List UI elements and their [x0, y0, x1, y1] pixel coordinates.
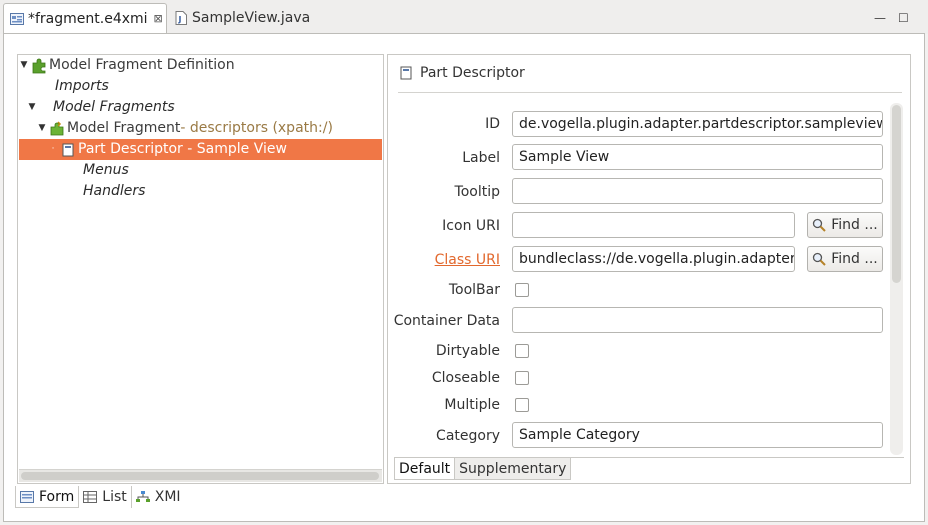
tree-item-handlers[interactable]: Handlers	[83, 181, 145, 202]
tab-list[interactable]: List	[79, 486, 132, 508]
icon-uri-find-button[interactable]: Find ...	[807, 212, 883, 238]
maximize-icon[interactable]: ☐	[898, 11, 909, 25]
scrollbar-thumb[interactable]	[892, 105, 901, 283]
tab-label: *fragment.e4xmi	[28, 10, 148, 27]
tab-label: SampleView.java	[192, 10, 311, 26]
label-label: Label	[462, 150, 500, 166]
tree-item-label: Menus	[83, 162, 129, 178]
minimize-icon[interactable]: —	[874, 11, 886, 25]
category-label: Category	[436, 428, 500, 444]
form-icon	[20, 490, 34, 503]
tree-item-imports[interactable]: Imports	[55, 76, 109, 97]
find-button-label: Find ...	[831, 251, 878, 267]
tab-label: List	[102, 489, 127, 505]
container-data-label: Container Data	[393, 313, 500, 329]
class-uri-field[interactable]: bundleclass://de.vogella.plugin.adapter/	[512, 246, 795, 272]
part-descriptor-icon	[60, 142, 76, 158]
tab-label: Form	[39, 488, 75, 505]
list-table-icon	[83, 491, 98, 503]
java-file-icon: J	[174, 11, 188, 25]
tab-form[interactable]: Form	[15, 486, 80, 508]
detail-panel: Part Descriptor ID de.vogella.plugin.ada…	[387, 54, 911, 484]
page-title: Part Descriptor	[420, 65, 525, 81]
close-icon[interactable]: ⊠	[154, 12, 163, 25]
id-field[interactable]: de.vogella.plugin.adapter.partdescriptor…	[512, 111, 883, 137]
closeable-label: Closeable	[431, 370, 500, 386]
icon-uri-field[interactable]	[512, 212, 795, 238]
tree-item-suffix: - descriptors (xpath:/)	[180, 120, 333, 136]
tab-default[interactable]: Default	[394, 458, 456, 480]
tab-sampleview-java[interactable]: J SampleView.java	[168, 3, 318, 33]
tree-item-label: Model Fragment Definition	[49, 57, 235, 73]
divider	[398, 92, 902, 93]
tree-item-model-fragments[interactable]: ▼ Model Fragments	[27, 97, 175, 118]
expanded-triangle-icon[interactable]: ▼	[37, 118, 47, 139]
category-field[interactable]: Sample Category	[512, 422, 883, 448]
e4xmi-file-icon	[10, 12, 24, 26]
toolbar-label: ToolBar	[448, 282, 500, 298]
search-icon	[812, 252, 826, 266]
detail-header: Part Descriptor	[400, 65, 525, 81]
xmi-tree-icon	[135, 491, 150, 503]
puzzle-icon	[31, 58, 47, 74]
id-label: ID	[485, 116, 500, 132]
tooltip-field[interactable]	[512, 178, 883, 204]
model-tree[interactable]: ▼ Model Fragment Definition Imports ▼ Mo…	[17, 54, 384, 484]
horizontal-scrollbar[interactable]	[19, 469, 382, 482]
tree-item-label: Part Descriptor - Sample View	[78, 141, 287, 157]
svg-text:J: J	[178, 15, 182, 24]
tree-item-model-fragment-definition[interactable]: ▼ Model Fragment Definition	[19, 55, 235, 76]
class-uri-find-button[interactable]: Find ...	[807, 246, 883, 272]
tree-item-label: Model Fragment	[67, 120, 181, 136]
part-descriptor-icon	[400, 66, 412, 80]
closeable-checkbox[interactable]	[515, 371, 529, 385]
tree-item-label: Handlers	[83, 183, 146, 199]
tab-xmi[interactable]: XMI	[132, 486, 185, 508]
page-tabs: Form List XMI	[15, 486, 185, 508]
multiple-checkbox[interactable]	[515, 398, 529, 412]
class-uri-link[interactable]: Class URI	[435, 252, 500, 268]
label-field[interactable]: Sample View	[512, 144, 883, 170]
expanded-triangle-icon[interactable]: ▼	[27, 97, 37, 118]
tab-supplementary[interactable]: Supplementary	[455, 458, 572, 480]
puzzle-fragment-icon	[49, 120, 65, 137]
tree-item-menus[interactable]: Menus	[83, 160, 129, 181]
multiple-label: Multiple	[444, 397, 500, 413]
vertical-scrollbar[interactable]	[890, 103, 903, 455]
dirtyable-checkbox[interactable]	[515, 344, 529, 358]
tree-item-part-descriptor[interactable]: · Part Descriptor - Sample View	[19, 139, 382, 160]
editor-tab-bar: *fragment.e4xmi ⊠ J SampleView.java — ☐	[0, 0, 928, 34]
tooltip-label: Tooltip	[454, 184, 500, 200]
tree-item-model-fragment[interactable]: ▼ Model Fragment - descriptors (xpath:/)	[37, 118, 333, 139]
search-icon	[812, 218, 826, 232]
find-button-label: Find ...	[831, 217, 878, 233]
leaf-dot-icon: ·	[51, 144, 55, 154]
tab-fragment-e4xmi[interactable]: *fragment.e4xmi ⊠	[3, 3, 167, 33]
tab-label: XMI	[154, 489, 181, 505]
toolbar-checkbox[interactable]	[515, 283, 529, 297]
expanded-triangle-icon[interactable]: ▼	[19, 55, 29, 76]
dirtyable-label: Dirtyable	[435, 343, 500, 359]
tree-item-label: Imports	[55, 78, 109, 94]
detail-tabs: Default Supplementary	[394, 458, 572, 480]
icon-uri-label: Icon URI	[442, 218, 500, 234]
scrollbar-thumb[interactable]	[21, 472, 379, 480]
container-data-field[interactable]	[512, 307, 883, 333]
tree-item-label: Model Fragments	[53, 99, 175, 115]
